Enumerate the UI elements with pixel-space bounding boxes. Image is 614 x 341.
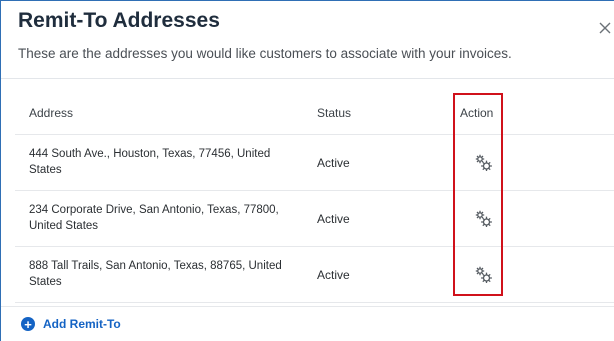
modal-subtitle: These are the addresses you would like c…: [18, 46, 512, 61]
table-row: 444 South Ave., Houston, Texas, 77456, U…: [15, 135, 614, 191]
status-cell: Active: [317, 268, 350, 282]
addresses-table: Address Status Action 444 South Ave., Ho…: [15, 88, 614, 303]
close-icon[interactable]: [598, 21, 612, 35]
gears-icon[interactable]: [473, 208, 495, 230]
status-cell: Active: [317, 156, 350, 170]
column-header-address: Address: [29, 106, 74, 120]
column-header-status: Status: [317, 106, 352, 120]
gears-icon[interactable]: [473, 152, 495, 174]
status-cell: Active: [317, 212, 350, 226]
footer-divider: [1, 306, 614, 307]
add-remit-to-label: Add Remit-To: [43, 317, 121, 331]
table-row: 888 Tall Trails, San Antonio, Texas, 887…: [15, 247, 614, 303]
add-remit-to-button[interactable]: + Add Remit-To: [21, 317, 121, 331]
modal-title: Remit-To Addresses: [18, 9, 220, 32]
gears-icon[interactable]: [473, 264, 495, 286]
remit-to-modal: Remit-To Addresses These are the address…: [0, 0, 614, 341]
address-cell: 444 South Ave., Houston, Texas, 77456, U…: [29, 148, 271, 176]
address-cell: 888 Tall Trails, San Antonio, Texas, 887…: [29, 260, 282, 288]
plus-circle-icon: +: [21, 317, 35, 331]
header-divider: [1, 78, 614, 79]
table-header: Address Status Action: [15, 88, 614, 135]
column-header-action: Action: [460, 106, 494, 120]
table-row: 234 Corporate Drive, San Antonio, Texas,…: [15, 191, 614, 247]
address-cell: 234 Corporate Drive, San Antonio, Texas,…: [29, 204, 279, 232]
